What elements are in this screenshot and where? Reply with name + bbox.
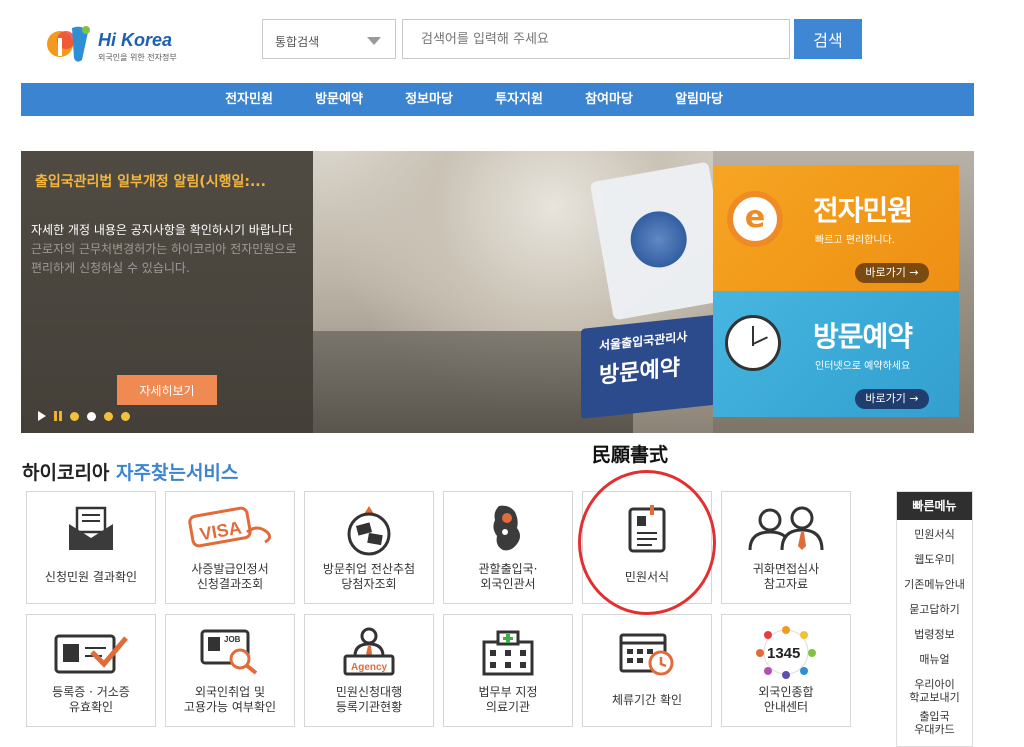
banner-desc-main: 자세한 개정 내용은 공지사항을 확인하시기 바랍니다	[31, 223, 293, 237]
hanja-annotation: 民願書式	[592, 444, 669, 466]
tile-label: 등록증 · 거소증 유효확인	[52, 685, 130, 714]
quick-menu-item[interactable]: 우리아이 학교보내기	[897, 678, 972, 710]
hikorea-logo[interactable]: Hi Korea 외국인을 위한 전자정부	[46, 22, 186, 70]
svg-text:JOB: JOB	[224, 635, 241, 644]
tile-naturalization-interview[interactable]: 귀화면접심사 참고자료	[721, 491, 851, 604]
quick-menu-item[interactable]: 법령정보	[897, 628, 972, 653]
section-title-plain: 하이코리아	[22, 462, 110, 484]
main-nav: 전자민원 방문예약 정보마당 투자지원 참여마당 알림마당	[21, 83, 974, 116]
immigration-emblem-image	[589, 161, 733, 321]
annotation-circle	[578, 470, 716, 615]
tile-designated-hospital[interactable]: 법무부 지정 의료기관	[443, 614, 573, 727]
banner-headline[interactable]: 출입국관리법 일부개정 알림(시행일:...	[35, 171, 315, 191]
nav-item-participation[interactable]: 참여마당	[557, 83, 661, 116]
tile-employment-check[interactable]: JOB 외국인취업 및 고용가능 여부확인	[165, 614, 295, 727]
search-button[interactable]: 검색	[794, 19, 862, 59]
calendar-clock-icon	[619, 633, 674, 676]
agency-icon: Agency	[343, 627, 395, 676]
tile-agency-status[interactable]: Agency 민원신청대행 등록기관현황	[304, 614, 434, 727]
banner-sign: 서울출입국관리사 방문예약	[581, 313, 731, 419]
tile-visa-issuance[interactable]: VISA 사증발급인정서 신청결과조회	[165, 491, 295, 604]
tile-label: 민원신청대행 등록기관현황	[335, 685, 403, 714]
tile-stay-period[interactable]: 체류기간 확인	[582, 614, 712, 727]
slide-dot-active[interactable]	[87, 411, 96, 421]
tile-label: 외국인종합 안내센터	[758, 685, 814, 714]
slide-dot[interactable]	[104, 411, 113, 421]
search-input[interactable]	[402, 19, 790, 59]
visit-card-subtitle: 인터넷으로 예약하세요	[815, 361, 911, 372]
tile-label: 방문취업 전산추첨 당첨자조회	[322, 562, 416, 591]
tile-label: 체류기간 확인	[611, 693, 683, 707]
lottery-ball-icon	[347, 506, 391, 556]
banner-description: 자세한 개정 내용은 공지사항을 확인하시기 바랍니다 근로자의 근무처변경허가…	[31, 221, 306, 278]
nav-item-info[interactable]: 정보마당	[377, 83, 481, 116]
quick-menu-item[interactable]: 기존메뉴안내	[897, 578, 972, 603]
quick-menu-item[interactable]: 웹도우미	[897, 553, 972, 578]
clock-icon	[725, 315, 781, 371]
id-card-check-icon	[54, 634, 128, 674]
section-title-accent: 자주찾는서비스	[116, 462, 239, 484]
section-title: 하이코리아 자주찾는서비스	[22, 458, 238, 485]
visit-reservation-card[interactable]: 방문예약 인터넷으로 예약하세요 바로가기 →	[713, 291, 959, 417]
nav-item-e-civil[interactable]: 전자민원	[197, 83, 301, 116]
tile-label: 법무부 지정 의료기관	[478, 685, 538, 714]
tile-application-result[interactable]: 신청민원 결과확인	[26, 491, 156, 604]
slide-dot[interactable]	[121, 411, 130, 421]
quick-menu-item[interactable]: 출입국 우대카드	[897, 710, 972, 742]
e-civil-card-title: 전자민원	[813, 194, 913, 227]
chevron-down-icon	[367, 37, 381, 45]
banner-more-button[interactable]: 자세히보기	[117, 375, 217, 405]
interview-people-icon	[748, 506, 824, 551]
slide-dot[interactable]	[70, 411, 79, 421]
banner-slide-controls	[38, 411, 130, 421]
quick-menu-item[interactable]: 매뉴얼	[897, 653, 972, 678]
nav-item-investment[interactable]: 투자지원	[467, 83, 571, 116]
call-center-1345-icon: 1345	[756, 626, 816, 679]
tile-label: 신청민원 결과확인	[44, 570, 138, 584]
banner-desc-faded: 근로자의 근무처변경허가는 하이코리아 전자민원으로 편리하게 신청하실 수 있…	[31, 242, 297, 275]
tile-label: 귀화면접심사 참고자료	[752, 562, 820, 591]
visa-stamp-icon: VISA	[188, 506, 272, 548]
job-search-icon: JOB	[200, 629, 258, 675]
e-letter-icon: e	[727, 191, 783, 247]
quick-menu-item[interactable]: 묻고답하기	[897, 603, 972, 628]
quick-menu-item[interactable]: 민원서식	[897, 528, 972, 553]
e-civil-go-button[interactable]: 바로가기 →	[855, 263, 929, 283]
svg-text:Agency: Agency	[351, 662, 388, 673]
e-civil-card[interactable]: e 전자민원 빠르고 편리합니다. 바로가기 →	[713, 165, 959, 291]
logo-text: Hi Korea	[98, 30, 173, 50]
page: Hi Korea 외국인을 위한 전자정부 통합검색 검색 전자민원 방문예약 …	[0, 0, 1024, 747]
nav-item-visit-reservation[interactable]: 방문예약	[287, 83, 391, 116]
search-scope-select[interactable]: 통합검색	[262, 19, 396, 59]
main-banner: 서울출입국관리사 방문예약 출입국관리법 일부개정 알림(시행일:... 자세한…	[21, 151, 974, 433]
tile-label: 관할출입국· 외국인관서	[478, 562, 538, 591]
pause-icon[interactable]	[54, 411, 62, 421]
search-scope-value: 통합검색	[275, 35, 320, 49]
tile-lottery-result[interactable]: 방문취업 전산추첨 당첨자조회	[304, 491, 434, 604]
e-civil-card-subtitle: 빠르고 편리합니다.	[815, 235, 895, 246]
hotline-number: 1345	[767, 645, 800, 662]
hospital-icon	[482, 630, 534, 676]
korea-map-icon	[493, 505, 520, 551]
tile-label: 사증발급인정서 신청결과조회	[191, 562, 269, 591]
logo-subtitle: 외국인을 위한 전자정부	[98, 53, 177, 62]
quick-menu-title: 빠른메뉴	[897, 492, 972, 520]
nav-item-notice[interactable]: 알림마당	[647, 83, 751, 116]
envelope-list-icon	[69, 506, 113, 550]
quick-menu: 빠른메뉴 민원서식 웹도우미 기존메뉴안내 묻고답하기 법령정보 매뉴얼 우리아…	[896, 491, 973, 747]
visit-card-title: 방문예약	[813, 320, 913, 353]
logo-mark-icon	[47, 26, 90, 62]
visit-go-button[interactable]: 바로가기 →	[855, 389, 929, 409]
tile-jurisdiction-office[interactable]: 관할출입국· 외국인관서	[443, 491, 573, 604]
tile-immigration-contact-center[interactable]: 1345 외국인종합 안내센터	[721, 614, 851, 727]
tile-label: 외국인취업 및 고용가능 여부확인	[183, 685, 277, 714]
play-icon[interactable]	[38, 411, 46, 421]
tile-id-validity[interactable]: 등록증 · 거소증 유효확인	[26, 614, 156, 727]
